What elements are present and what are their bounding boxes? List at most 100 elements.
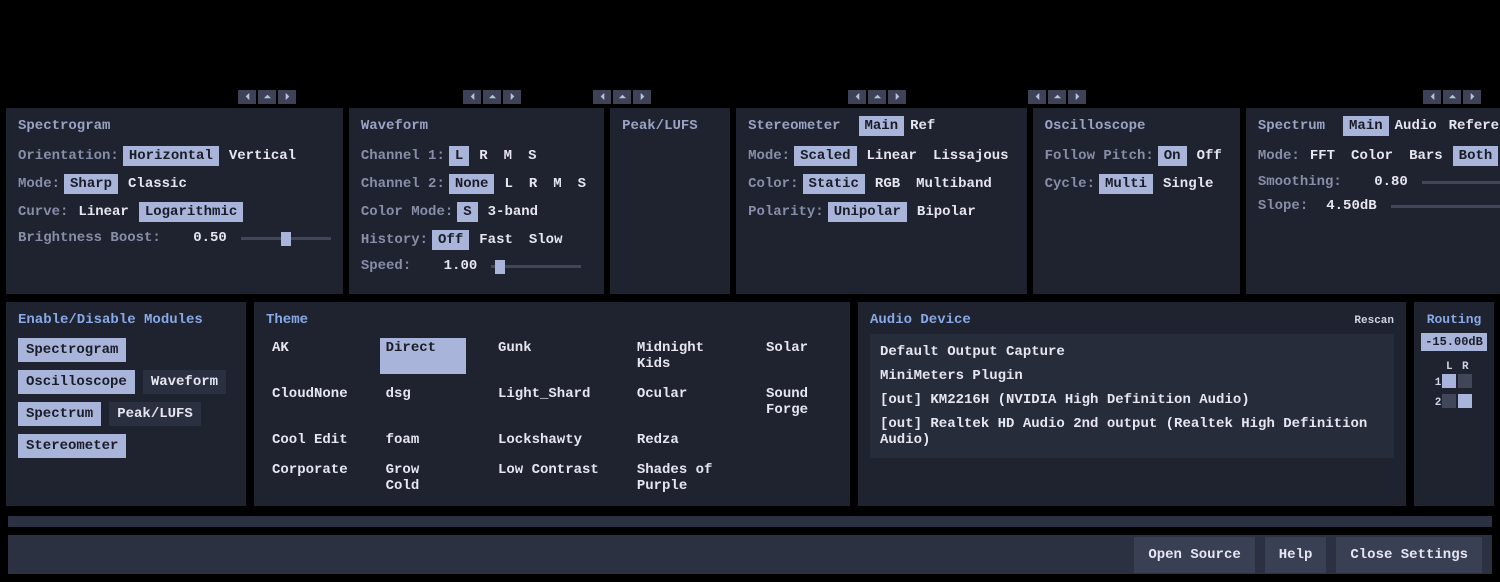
theme-direct[interactable]: Direct	[380, 338, 466, 374]
nav-up-icon[interactable]	[1443, 90, 1461, 104]
nav-left-icon[interactable]	[463, 90, 481, 104]
routing-cell-2-r[interactable]	[1458, 394, 1472, 408]
routing-cell-2-l[interactable]	[1442, 394, 1456, 408]
option-m[interactable]: M	[498, 146, 518, 166]
option-s[interactable]: S	[522, 146, 542, 166]
nav-right-icon[interactable]	[503, 90, 521, 104]
option-lissajous[interactable]: Lissajous	[927, 146, 1015, 166]
routing-value[interactable]: -15.00dB	[1421, 333, 1487, 351]
option-logarithmic[interactable]: Logarithmic	[139, 202, 243, 222]
option-s[interactable]: S	[572, 174, 592, 194]
option-m[interactable]: M	[547, 174, 567, 194]
nav-left-icon[interactable]	[848, 90, 866, 104]
option-multi[interactable]: Multi	[1099, 174, 1153, 194]
theme-shades-of-purple[interactable]: Shades of Purple	[631, 460, 734, 496]
module-toggle-stereometer[interactable]: Stereometer	[18, 434, 126, 458]
theme-gunk[interactable]: Gunk	[492, 338, 605, 374]
option-rgb[interactable]: RGB	[869, 174, 906, 194]
option-single[interactable]: Single	[1157, 174, 1219, 194]
audio-device-item[interactable]: Default Output Capture	[878, 340, 1386, 364]
nav-right-icon[interactable]	[1463, 90, 1481, 104]
nav-left-icon[interactable]	[1423, 90, 1441, 104]
option-on[interactable]: On	[1158, 146, 1187, 166]
theme-ak[interactable]: AK	[266, 338, 354, 374]
option-3-band[interactable]: 3-band	[482, 202, 544, 222]
option-scaled[interactable]: Scaled	[794, 146, 856, 166]
routing-cell-1-r[interactable]	[1458, 374, 1472, 388]
option-r[interactable]: R	[473, 146, 493, 166]
nav-up-icon[interactable]	[258, 90, 276, 104]
tab-audio[interactable]: Audio	[1389, 116, 1443, 136]
audio-device-item[interactable]: MiniMeters Plugin	[878, 364, 1386, 388]
nav-right-icon[interactable]	[1068, 90, 1086, 104]
option-s[interactable]: S	[457, 202, 477, 222]
option-color[interactable]: Color	[1345, 146, 1399, 166]
tab-main[interactable]: Main	[859, 116, 905, 136]
option-both[interactable]: Both	[1453, 146, 1499, 166]
theme-low-contrast[interactable]: Low Contrast	[492, 460, 605, 496]
slider[interactable]	[1422, 177, 1500, 187]
option-r[interactable]: R	[523, 174, 543, 194]
theme-foam[interactable]: foam	[380, 430, 466, 450]
nav-right-icon[interactable]	[633, 90, 651, 104]
nav-left-icon[interactable]	[593, 90, 611, 104]
tab-ref[interactable]: Ref	[904, 116, 941, 136]
slider[interactable]	[1391, 201, 1500, 211]
option-fast[interactable]: Fast	[473, 230, 519, 250]
nav-left-icon[interactable]	[238, 90, 256, 104]
option-linear[interactable]: Linear	[72, 202, 134, 222]
theme-light-shard[interactable]: Light_Shard	[492, 384, 605, 420]
option-bipolar[interactable]: Bipolar	[911, 202, 982, 222]
slider[interactable]	[491, 261, 581, 271]
open-source-button[interactable]: Open Source	[1134, 537, 1254, 573]
option-classic[interactable]: Classic	[122, 174, 193, 194]
module-toggle-waveform[interactable]: Waveform	[143, 370, 226, 394]
nav-up-icon[interactable]	[483, 90, 501, 104]
module-toggle-spectrum[interactable]: Spectrum	[18, 402, 101, 426]
help-button[interactable]: Help	[1265, 537, 1327, 573]
theme-midnight-kids[interactable]: Midnight Kids	[631, 338, 734, 374]
tab-main[interactable]: Main	[1343, 116, 1389, 136]
rescan-button[interactable]: Rescan	[1354, 315, 1394, 327]
option-static[interactable]: Static	[803, 174, 865, 194]
theme-sound-forge[interactable]: Sound Forge	[760, 384, 838, 420]
nav-right-icon[interactable]	[888, 90, 906, 104]
routing-cell-1-l[interactable]	[1442, 374, 1456, 388]
nav-left-icon[interactable]	[1028, 90, 1046, 104]
option-vertical[interactable]: Vertical	[223, 146, 302, 166]
option-horizontal[interactable]: Horizontal	[123, 146, 219, 166]
audio-device-item[interactable]: [out] KM2216H (NVIDIA High Definition Au…	[878, 388, 1386, 412]
option-slow[interactable]: Slow	[523, 230, 569, 250]
theme-solar[interactable]: Solar	[760, 338, 838, 374]
option-l[interactable]: L	[498, 174, 518, 194]
module-toggle-peak-lufs[interactable]: Peak/LUFS	[109, 402, 201, 426]
option-linear[interactable]: Linear	[861, 146, 923, 166]
theme-ocular[interactable]: Ocular	[631, 384, 734, 420]
option-l[interactable]: L	[449, 146, 469, 166]
theme-lockshawty[interactable]: Lockshawty	[492, 430, 605, 450]
theme-cool-edit[interactable]: Cool Edit	[266, 430, 354, 450]
theme-redza[interactable]: Redza	[631, 430, 734, 450]
option-sharp[interactable]: Sharp	[64, 174, 118, 194]
option-off[interactable]: Off	[432, 230, 469, 250]
nav-up-icon[interactable]	[613, 90, 631, 104]
theme-grow-cold[interactable]: Grow Cold	[380, 460, 466, 496]
nav-up-icon[interactable]	[1048, 90, 1066, 104]
theme-cloudnone[interactable]: CloudNone	[266, 384, 354, 420]
option-multiband[interactable]: Multiband	[910, 174, 998, 194]
slider[interactable]	[241, 233, 331, 243]
theme-corporate[interactable]: Corporate	[266, 460, 354, 496]
theme-dsg[interactable]: dsg	[380, 384, 466, 420]
nav-right-icon[interactable]	[278, 90, 296, 104]
nav-up-icon[interactable]	[868, 90, 886, 104]
tab-reference[interactable]: Reference	[1443, 116, 1500, 136]
module-toggle-oscilloscope[interactable]: Oscilloscope	[18, 370, 135, 394]
option-none[interactable]: None	[449, 174, 495, 194]
option-unipolar[interactable]: Unipolar	[828, 202, 907, 222]
option-off[interactable]: Off	[1191, 146, 1228, 166]
audio-device-item[interactable]: [out] Realtek HD Audio 2nd output (Realt…	[878, 412, 1386, 452]
option-fft[interactable]: FFT	[1304, 146, 1341, 166]
option-bars[interactable]: Bars	[1403, 146, 1449, 166]
close-settings-button[interactable]: Close Settings	[1336, 537, 1482, 573]
module-toggle-spectrogram[interactable]: Spectrogram	[18, 338, 126, 362]
